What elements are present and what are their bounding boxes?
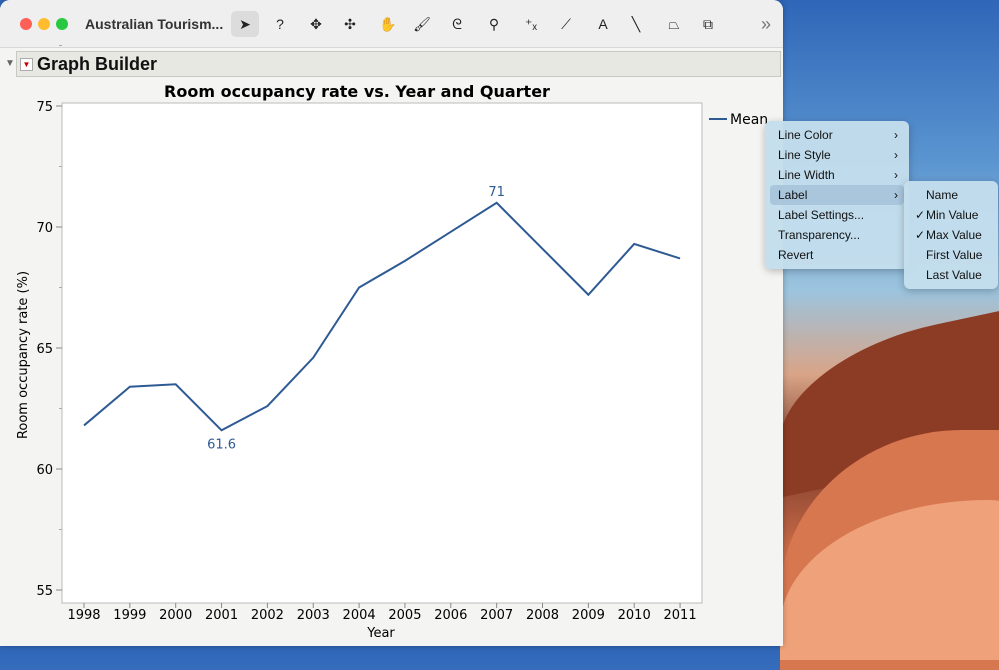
chevron-right-icon: ›	[894, 168, 898, 182]
menu-item-label: Label Settings...	[778, 208, 865, 222]
submenu-item-label: Max Value	[926, 228, 982, 242]
data-label: 61.6	[207, 437, 236, 452]
submenu-item-label: Name	[926, 188, 959, 202]
x-tick-label: 2001	[205, 608, 238, 623]
app-window: Australian Tourism... ➤? ✥ ✣ ✋ 🖌 ᘓ ⚲ ⁺ₓ ⟋ A ╲ ⏢ ⧉ » …	[0, 0, 783, 646]
chevron-right-icon: ›	[894, 148, 898, 162]
submenu-item-min-value[interactable]: ✓ Min Value	[909, 205, 993, 225]
menu-item-label: Label	[778, 188, 808, 202]
plot-area	[61, 102, 703, 604]
x-tick-label: 2007	[480, 608, 513, 623]
chevron-right-icon: ›	[894, 128, 898, 142]
menu-item-label: Revert	[778, 248, 814, 262]
submenu-item-label: Last Value	[926, 268, 982, 282]
y-tick-label: 55	[36, 584, 53, 599]
x-tick-label: 2008	[526, 608, 559, 623]
chart-title: Room occupancy rate vs. Year and Quarter	[164, 82, 550, 101]
submenu-item-max-value[interactable]: ✓ Max Value	[909, 225, 993, 245]
checkmark-icon: ✓	[915, 228, 926, 242]
x-tick-label: 2005	[388, 608, 421, 623]
y-tick-label: 65	[36, 342, 53, 357]
x-axis-label: Year	[366, 626, 395, 641]
data-label: 71	[488, 185, 505, 200]
menu-item-label: Line Style	[778, 148, 831, 162]
x-tick-label: 2009	[572, 608, 605, 623]
x-tick-label: 2002	[251, 608, 284, 623]
y-tick-label: 70	[36, 221, 53, 236]
submenu-item-first-value[interactable]: First Value	[909, 245, 993, 265]
submenu-item-label: Min Value	[926, 208, 979, 222]
menu-item-label-settings[interactable]: Label Settings...	[770, 205, 904, 225]
line-chart: Room occupancy rate vs. Year and Quarter…	[16, 45, 768, 641]
submenu-item-name[interactable]: Name	[909, 185, 993, 205]
legend-label[interactable]: Mean	[730, 112, 768, 128]
menu-item-revert[interactable]: Revert	[770, 245, 904, 265]
submenu-item-last-value[interactable]: Last Value	[909, 265, 993, 285]
y-tick-label: 60	[36, 463, 53, 478]
y-tick-label: 75	[36, 100, 53, 115]
x-tick-label: 2003	[297, 608, 330, 623]
checkmark-icon: ✓	[915, 208, 926, 222]
menu-item-transparency[interactable]: Transparency...	[770, 225, 904, 245]
menu-item-line-style[interactable]: Line Style ›	[770, 145, 904, 165]
menu-item-label: Line Width	[778, 168, 835, 182]
x-tick-label: 2010	[618, 608, 651, 623]
x-tick-label: 1998	[67, 608, 100, 623]
menu-item-label: Line Color	[778, 128, 833, 142]
menu-item-line-width[interactable]: Line Width ›	[770, 165, 904, 185]
menu-item-label[interactable]: Label ›	[770, 185, 904, 205]
y-axis-label: Room occupancy rate (%)	[16, 271, 31, 439]
x-tick-label: 2011	[664, 608, 697, 623]
x-tick-label: 1999	[113, 608, 146, 623]
submenu-item-label: First Value	[926, 248, 983, 262]
menu-item-line-color[interactable]: Line Color ›	[770, 125, 904, 145]
x-tick-label: 2000	[159, 608, 192, 623]
x-tick-label: 2004	[343, 608, 376, 623]
x-tick-label: 2006	[434, 608, 467, 623]
menu-item-label: Transparency...	[778, 228, 861, 242]
label-submenu: Name ✓ Min Value ✓ Max Value First Value Last …	[904, 181, 998, 289]
context-menu: Line Color › Line Style › Line Width › Label › L…	[765, 121, 909, 269]
chevron-right-icon: ›	[894, 188, 898, 202]
